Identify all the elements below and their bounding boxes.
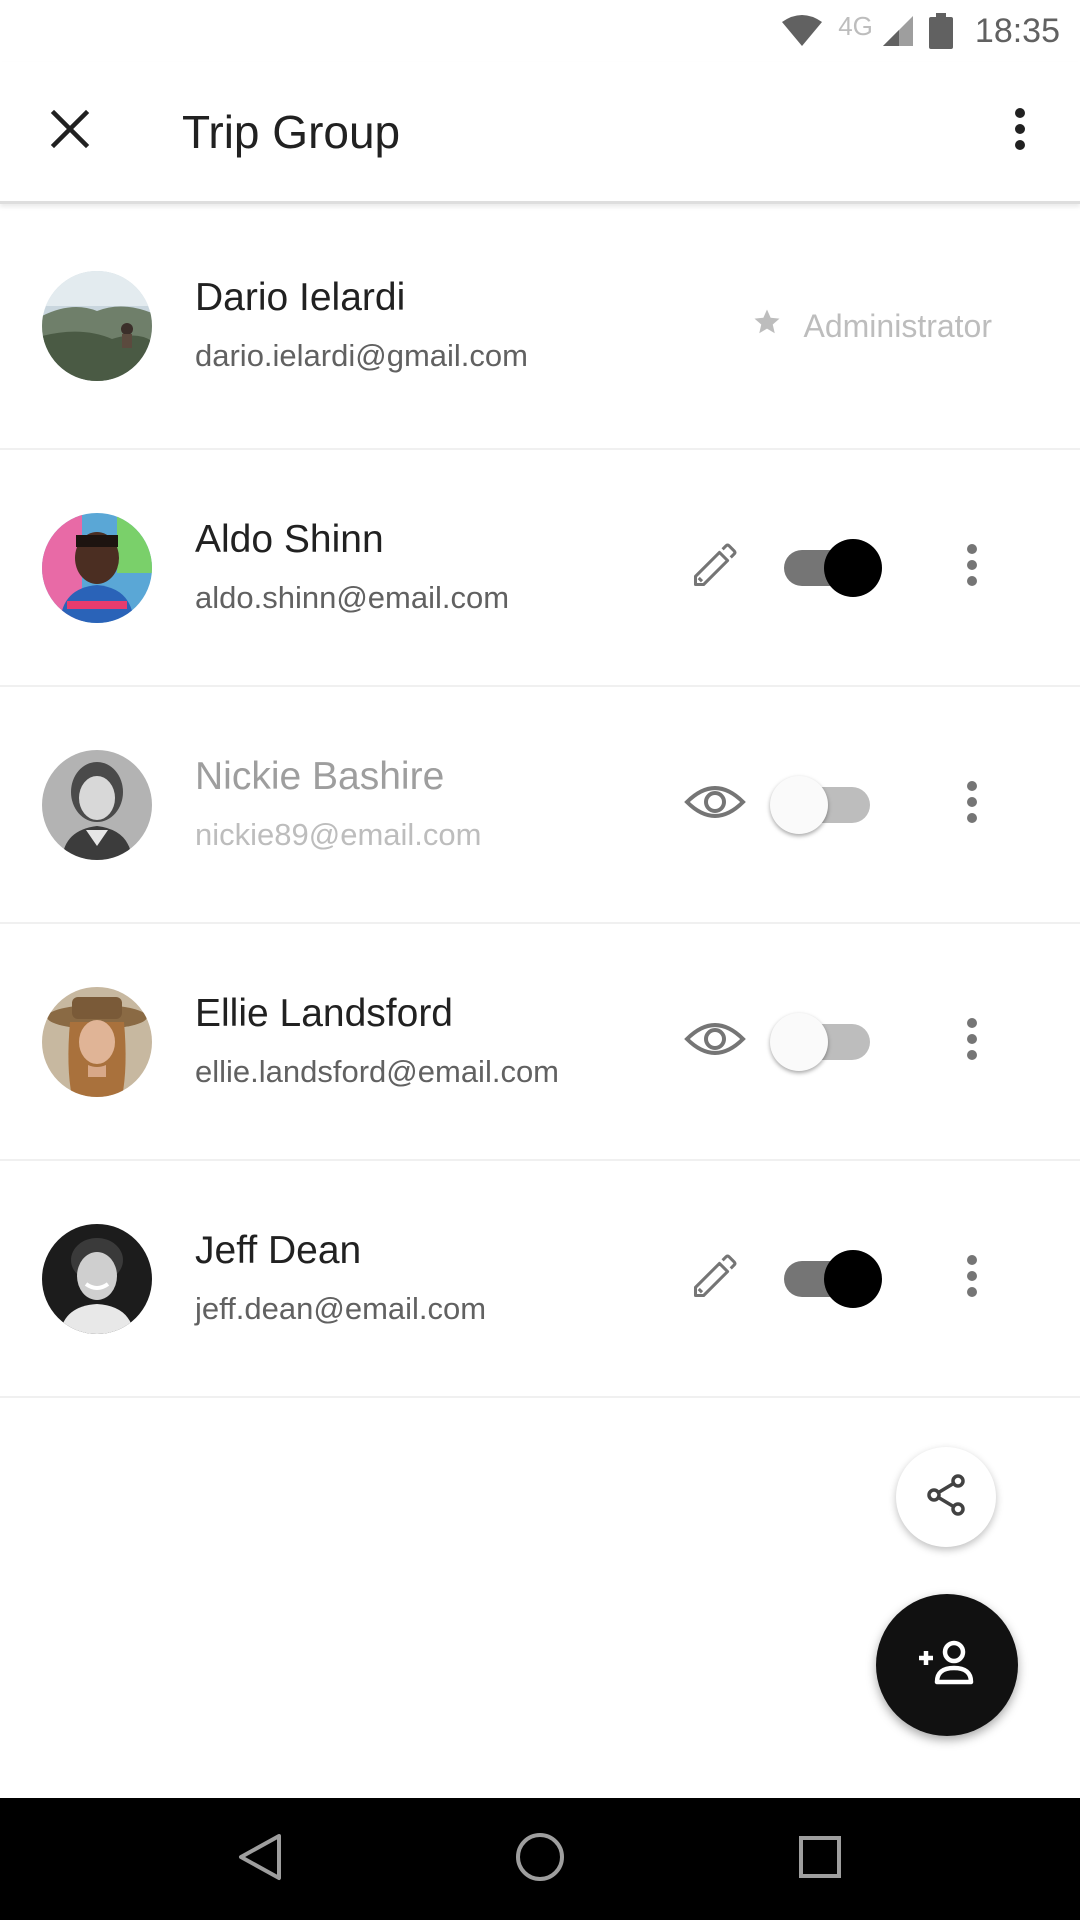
member-row-dario[interactable]: Dario Ielardi dario.ielardi@gmail.com Ad… bbox=[0, 204, 1080, 450]
edit-permission-button[interactable] bbox=[680, 1244, 750, 1314]
member-info: Jeff Dean jeff.dean@email.com bbox=[195, 1227, 486, 1331]
toggle-thumb bbox=[770, 1012, 828, 1071]
role-label: Administrator bbox=[803, 307, 993, 344]
member-info: Dario Ielardi dario.ielardi@gmail.com bbox=[195, 274, 528, 378]
app-bar: Trip Group bbox=[0, 62, 1080, 204]
permission-toggle[interactable] bbox=[770, 1249, 882, 1309]
member-email: ellie.landsford@email.com bbox=[195, 1053, 560, 1089]
row-menu-button[interactable] bbox=[942, 1234, 1002, 1324]
row-menu-button[interactable] bbox=[942, 760, 1002, 850]
page-title: Trip Group bbox=[182, 105, 401, 158]
member-email: nickie89@email.com bbox=[195, 816, 482, 852]
member-info: Aldo Shinn aldo.shinn@email.com bbox=[195, 516, 509, 620]
nav-recents-button[interactable] bbox=[765, 1804, 875, 1914]
member-row-nickie[interactable]: Nickie Bashire nickie89@email.com bbox=[0, 687, 1080, 924]
nav-back-button[interactable] bbox=[205, 1804, 315, 1914]
clock: 18:35 bbox=[974, 11, 1060, 50]
pencil-icon bbox=[689, 1250, 741, 1307]
toggle-thumb bbox=[824, 538, 882, 597]
row-menu-button[interactable] bbox=[942, 997, 1002, 1087]
row-menu-button[interactable] bbox=[942, 523, 1002, 613]
member-list: Dario Ielardi dario.ielardi@gmail.com Ad… bbox=[0, 204, 1080, 1398]
share-button[interactable] bbox=[896, 1447, 996, 1547]
member-info: Ellie Landsford ellie.landsford@email.co… bbox=[195, 990, 559, 1094]
member-name: Jeff Dean bbox=[195, 1228, 362, 1272]
permission-toggle[interactable] bbox=[770, 538, 882, 598]
more-vert-icon bbox=[966, 1254, 978, 1303]
nav-home-button[interactable] bbox=[485, 1804, 595, 1914]
permission-toggle[interactable] bbox=[770, 775, 882, 835]
member-email: dario.ielardi@gmail.com bbox=[195, 338, 528, 373]
add-person-icon bbox=[917, 1638, 977, 1693]
view-permission-button[interactable] bbox=[680, 770, 750, 840]
close-button[interactable] bbox=[10, 72, 130, 192]
share-icon bbox=[924, 1473, 968, 1522]
more-vert-icon bbox=[966, 1017, 978, 1066]
more-vert-icon bbox=[966, 543, 978, 592]
member-row-jeff[interactable]: Jeff Dean jeff.dean@email.com bbox=[0, 1161, 1080, 1398]
signal-icon bbox=[881, 14, 915, 48]
member-email: jeff.dean@email.com bbox=[195, 1290, 487, 1326]
permission-toggle[interactable] bbox=[770, 1012, 882, 1072]
pencil-icon bbox=[689, 539, 741, 596]
add-member-button[interactable] bbox=[876, 1594, 1018, 1736]
avatar bbox=[42, 749, 152, 860]
member-name: Dario Ielardi bbox=[195, 276, 406, 319]
member-row-ellie[interactable]: Ellie Landsford ellie.landsford@email.co… bbox=[0, 924, 1080, 1161]
eye-icon bbox=[684, 780, 746, 829]
more-vert-icon bbox=[966, 780, 978, 829]
edit-permission-button[interactable] bbox=[680, 533, 750, 603]
avatar bbox=[42, 1223, 152, 1334]
more-vert-icon bbox=[1013, 107, 1027, 156]
back-icon bbox=[237, 1832, 283, 1887]
avatar bbox=[42, 271, 152, 381]
status-bar: 4G 18:35 bbox=[0, 0, 1080, 62]
member-name: Ellie Landsford bbox=[195, 991, 453, 1035]
recents-icon bbox=[798, 1835, 842, 1884]
navigation-bar bbox=[0, 1798, 1080, 1920]
member-row-aldo[interactable]: Aldo Shinn aldo.shinn@email.com bbox=[0, 450, 1080, 687]
member-name: Aldo Shinn bbox=[195, 517, 384, 561]
home-icon bbox=[514, 1831, 566, 1888]
overflow-menu-button[interactable] bbox=[980, 72, 1060, 192]
network-type-label: 4G bbox=[838, 10, 873, 41]
member-info: Nickie Bashire nickie89@email.com bbox=[195, 753, 481, 857]
toggle-thumb bbox=[824, 1249, 882, 1308]
avatar bbox=[42, 986, 152, 1097]
toggle-thumb bbox=[770, 775, 828, 834]
battery-icon bbox=[928, 13, 953, 49]
star-icon bbox=[752, 307, 782, 345]
view-permission-button[interactable] bbox=[680, 1007, 750, 1077]
wifi-icon bbox=[780, 14, 824, 48]
admin-badge: Administrator bbox=[752, 307, 993, 345]
member-name: Nickie Bashire bbox=[195, 754, 445, 798]
avatar bbox=[42, 512, 152, 623]
eye-icon bbox=[684, 1017, 746, 1066]
screen: 4G 18:35 Trip Group Dario Ielardi dario.… bbox=[0, 0, 1080, 1920]
close-icon bbox=[50, 109, 90, 154]
member-email: aldo.shinn@email.com bbox=[195, 579, 510, 615]
